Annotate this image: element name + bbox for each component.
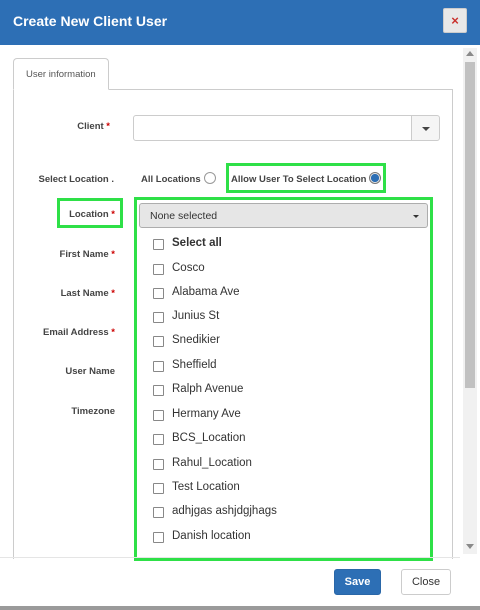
all-locations-label: All Locations (141, 174, 201, 185)
email-address-label: Email Address * (43, 327, 115, 338)
scroll-down-arrow-icon[interactable] (466, 544, 474, 549)
first-name-label: First Name * (59, 249, 115, 260)
client-label: Client * (77, 121, 110, 132)
checkbox[interactable] (153, 434, 164, 445)
option-alabama-ave[interactable]: Alabama Ave (139, 284, 428, 308)
scroll-up-arrow-icon[interactable] (466, 51, 474, 56)
option-snedikier[interactable]: Snedikier (139, 332, 428, 356)
timezone-label: Timezone (71, 406, 115, 417)
tab-label: User information (26, 69, 96, 80)
save-button[interactable]: Save (334, 569, 381, 595)
select-location-label: Select Location . (38, 174, 115, 185)
checkbox[interactable] (153, 385, 164, 396)
option-hermany-ave[interactable]: Hermany Ave (139, 406, 428, 430)
option-ralph-avenue[interactable]: Ralph Avenue (139, 381, 428, 405)
tab-user-information[interactable]: User information (13, 58, 109, 90)
checkbox[interactable] (153, 288, 164, 299)
create-client-user-modal: Create New Client User × User informatio… (0, 0, 480, 610)
checkbox[interactable] (153, 239, 164, 250)
modal-title: Create New Client User (13, 13, 168, 29)
allow-user-select-location-label: Allow User To Select Location (231, 174, 367, 185)
option-test-location[interactable]: Test Location (139, 479, 428, 503)
checkbox[interactable] (153, 410, 164, 421)
all-locations-radio[interactable] (204, 172, 216, 184)
close-button[interactable]: Close (401, 569, 451, 595)
option-junius-st[interactable]: Junius St (139, 308, 428, 332)
checkbox[interactable] (153, 361, 164, 372)
checkbox[interactable] (153, 312, 164, 323)
location-label: Location * (69, 209, 115, 220)
caret-down-icon (413, 215, 419, 218)
option-sheffield[interactable]: Sheffield (139, 357, 428, 381)
last-name-label: Last Name * (60, 288, 115, 299)
location-dropdown-list: Select all Cosco Alabama Ave Junius St S… (139, 229, 428, 557)
user-name-label: User Name (65, 366, 115, 377)
checkbox[interactable] (153, 459, 164, 470)
scrollbar-thumb[interactable] (465, 62, 475, 388)
close-icon[interactable]: × (443, 8, 467, 33)
client-dropdown-button[interactable] (411, 115, 440, 141)
option-adhjgas-ashjdgjhags[interactable]: adhjgas ashjdgjhags (139, 503, 428, 527)
option-select-all[interactable]: Select all (139, 235, 428, 259)
option-danish-location[interactable]: Danish location (139, 528, 428, 552)
checkbox[interactable] (153, 507, 164, 518)
footer-divider (0, 557, 460, 558)
option-bcs-location[interactable]: BCS_Location (139, 430, 428, 454)
background-strip (0, 606, 480, 610)
location-placeholder: None selected (150, 210, 218, 222)
option-cosco[interactable]: Cosco (139, 260, 428, 284)
checkbox[interactable] (153, 264, 164, 275)
client-select[interactable] (133, 115, 412, 141)
modal-header: Create New Client User × (0, 0, 480, 45)
allow-user-select-location-radio[interactable] (369, 172, 381, 184)
location-multiselect[interactable]: None selected (139, 203, 428, 228)
checkbox[interactable] (153, 336, 164, 347)
option-rahul-location[interactable]: Rahul_Location (139, 455, 428, 479)
checkbox[interactable] (153, 532, 164, 543)
checkbox[interactable] (153, 483, 164, 494)
